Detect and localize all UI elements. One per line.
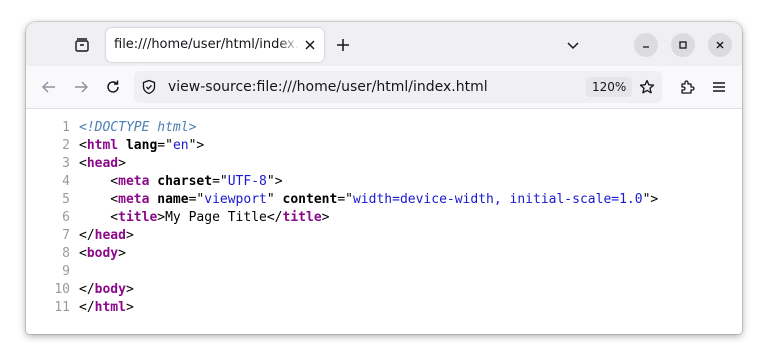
line-code: </head>	[79, 227, 134, 245]
zoom-level-badge[interactable]: 120%	[586, 77, 633, 97]
tab-active[interactable]: file:///home/user/html/index.html	[106, 28, 324, 62]
arrow-left-icon[interactable]	[38, 76, 60, 98]
code-token: <	[79, 138, 87, 153]
code-token: lang	[125, 138, 158, 153]
shield-icon[interactable]	[140, 78, 158, 96]
navigation-toolbar: view-source:file:///home/user/html/index…	[26, 66, 742, 109]
chevron-down-icon[interactable]	[562, 34, 584, 56]
code-token: ="	[337, 192, 353, 207]
line-code: <meta name="viewport" content="width=dev…	[79, 191, 658, 209]
code-token: meta	[118, 174, 150, 189]
code-token: <	[79, 156, 87, 171]
line-code: <!DOCTYPE html>	[79, 119, 196, 137]
code-token: html	[94, 300, 126, 315]
code-token: viewport	[204, 192, 267, 207]
line-number: 8	[62, 246, 70, 261]
code-token: </	[79, 282, 95, 297]
code-token: title	[282, 210, 322, 225]
line-code: </body>	[79, 281, 134, 299]
line-number: 11	[54, 300, 70, 315]
code-token: head	[86, 156, 119, 171]
arrow-right-icon[interactable]	[70, 76, 92, 98]
reload-icon[interactable]	[102, 76, 124, 98]
line-code: <meta charset="UTF-8">	[79, 173, 283, 191]
line-code: <body>	[79, 245, 126, 263]
code-token: ="	[212, 174, 228, 189]
code-token: body	[94, 282, 126, 297]
code-token: ">	[188, 138, 205, 153]
tab-title: file:///home/user/html/index.html	[114, 37, 300, 52]
maximize-icon[interactable]	[671, 33, 695, 57]
code-token: >My Page Title</	[157, 210, 283, 225]
line-code: <head>	[79, 155, 126, 173]
tab-close-icon[interactable]	[302, 37, 318, 53]
close-window-icon[interactable]	[708, 33, 732, 57]
code-token: >	[125, 300, 134, 315]
code-token: html	[86, 138, 119, 153]
code-token: >	[125, 282, 134, 297]
code-token: ">	[642, 192, 659, 207]
code-token: >	[321, 210, 330, 225]
code-token: UTF-8	[227, 174, 267, 189]
code-token: <	[79, 246, 87, 261]
code-token: "	[266, 192, 283, 207]
code-token: <	[79, 210, 119, 225]
code-token: charset	[157, 174, 213, 189]
code-token: <	[79, 174, 119, 189]
code-token: width=device-width, initial-scale=1.0	[352, 192, 643, 207]
line-number: 6	[62, 210, 70, 225]
tab-list-icon[interactable]	[70, 34, 94, 56]
line-code: <title>My Page Title</title>	[79, 209, 329, 227]
code-token: head	[94, 228, 126, 243]
line-number: 1	[62, 120, 70, 135]
code-token: title	[118, 210, 158, 225]
code-token: ="	[188, 192, 205, 207]
code-token: content	[282, 192, 338, 207]
code-token: name	[157, 192, 189, 207]
hamburger-icon[interactable]	[708, 76, 730, 98]
star-icon[interactable]	[638, 78, 656, 96]
puzzle-icon[interactable]	[676, 76, 698, 98]
code-token: ="	[157, 138, 173, 153]
code-token: >	[125, 228, 134, 243]
code-token: >	[118, 246, 126, 261]
code-token: </	[79, 300, 95, 315]
code-token: en	[172, 138, 189, 153]
browser-window: file:///home/user/html/index.html	[26, 22, 742, 334]
minimize-icon[interactable]	[634, 33, 658, 57]
line-number: 3	[62, 156, 70, 171]
plus-icon[interactable]	[332, 34, 354, 56]
line-number: 9	[62, 264, 70, 279]
code-token: meta	[118, 192, 150, 207]
line-code: <html lang="en">	[79, 137, 204, 155]
url-bar[interactable]: view-source:file:///home/user/html/index…	[134, 71, 662, 103]
code-token: </	[79, 228, 95, 243]
view-source-content: 1 <!DOCTYPE html> 2 <html lang="en"> 3 <head>…	[26, 109, 742, 334]
line-number: 5	[62, 192, 70, 207]
line-number: 7	[62, 228, 70, 243]
code-token: ">	[266, 174, 283, 189]
tab-bar: file:///home/user/html/index.html	[26, 22, 742, 66]
line-number: 10	[54, 282, 70, 297]
code-token: <	[79, 192, 119, 207]
line-number: 2	[62, 138, 70, 153]
code-token: body	[86, 246, 119, 261]
line-code: </html>	[79, 299, 134, 317]
line-number: 4	[62, 174, 70, 189]
url-text[interactable]: view-source:file:///home/user/html/index…	[168, 79, 488, 95]
code-token: >	[118, 156, 126, 171]
code-token: <!DOCTYPE html>	[79, 120, 197, 135]
